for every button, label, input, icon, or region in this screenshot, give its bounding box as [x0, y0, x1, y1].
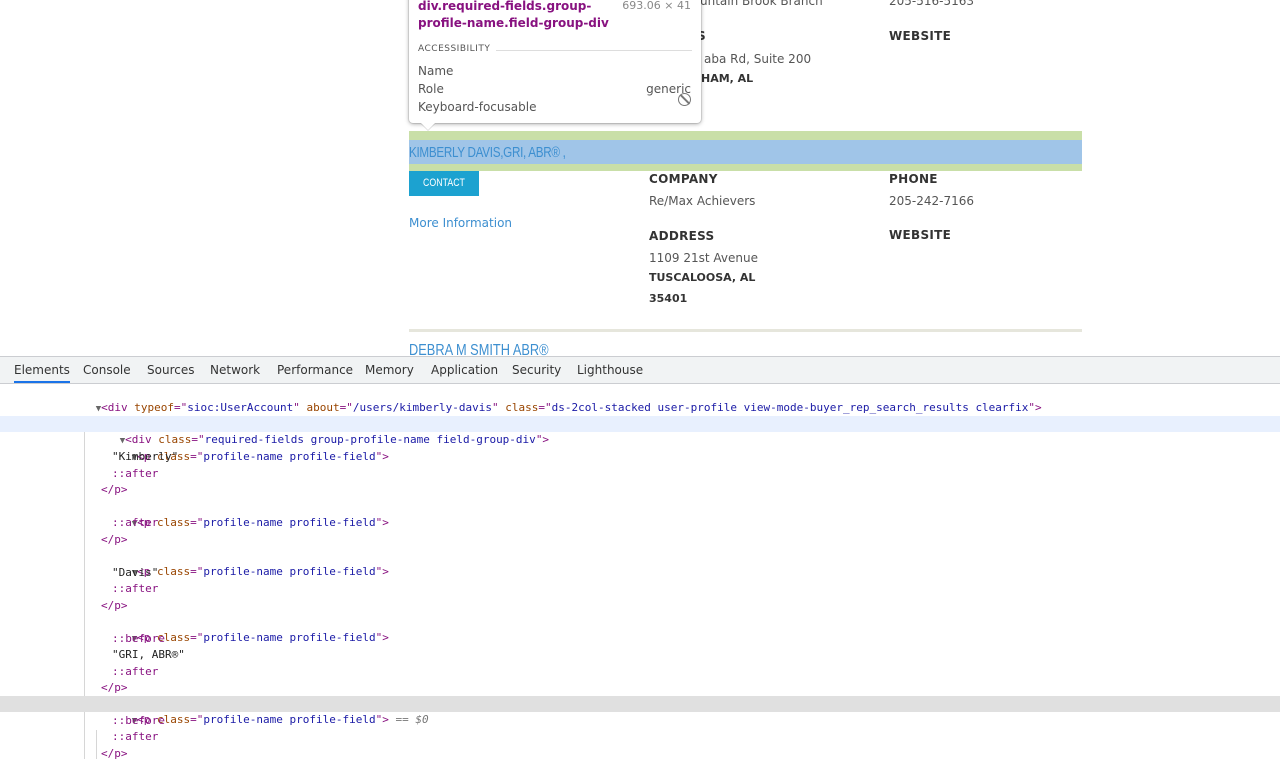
dom-pseudo-after[interactable]: ::after [0, 515, 1280, 531]
dom-close-p[interactable]: </p> [0, 482, 1280, 498]
prev-company-value: untain Brook Branch [700, 0, 823, 8]
dom-pseudo-before[interactable]: ::before [0, 631, 1280, 647]
dom-node-p[interactable]: ▼<p class="profile-name profile-field"> [0, 614, 1280, 644]
dom-node-p[interactable]: ▼<p class="profile-name profile-field"> [0, 548, 1280, 578]
tooltip-size: 693.06 × 41 [622, 0, 691, 12]
prev-address-line: aba Rd, Suite 200 [704, 52, 812, 66]
website-label: WEBSITE [889, 228, 952, 242]
dom-text-node[interactable]: "GRI, ABR®" [0, 647, 1280, 663]
tab-sources[interactable]: Sources [147, 357, 194, 383]
tab-memory[interactable]: Memory [365, 357, 414, 383]
company-label: COMPANY [649, 172, 718, 186]
not-focusable-icon [678, 93, 691, 106]
tooltip-section-accessibility: ACCESSIBILITY [418, 44, 491, 54]
dom-node-user-account[interactable]: ▼<div typeof="sioc:UserAccount" about="/… [0, 384, 1280, 414]
tab-application[interactable]: Application [431, 357, 498, 383]
tooltip-focusable-label: Keyboard-focusable [418, 100, 537, 114]
prev-website-label: WEBSITE [889, 29, 952, 43]
more-information-link[interactable]: More Information [409, 216, 512, 230]
company-value: Re/Max Achievers [649, 194, 756, 208]
tab-lighthouse[interactable]: Lighthouse [577, 357, 643, 383]
dom-close-p[interactable]: </p> [0, 680, 1280, 696]
address-city-state: TUSCALOOSA, AL [649, 271, 756, 284]
address-label: ADDRESS [649, 229, 715, 243]
tab-console[interactable]: Console [83, 357, 131, 383]
address-zip: 35401 [649, 292, 688, 305]
address-line1: 1109 21st Avenue [649, 251, 758, 265]
tooltip-selector: div.required-fields.group-profile-name.f… [418, 0, 609, 30]
dom-pseudo-before[interactable]: ::before [0, 713, 1280, 729]
contact-me-label: CONTACT ME [423, 177, 465, 214]
record-divider [409, 329, 1082, 332]
inspect-tooltip: div.required-fields.group-profile-name.f… [409, 0, 701, 130]
phone-value: 205-242-7166 [889, 194, 975, 208]
tooltip-name-label: Name [418, 64, 454, 78]
page-viewport: untain Brook Branch 205-516-5163 S WEBSI… [0, 0, 1280, 356]
contact-me-button[interactable]: CONTACT ME [409, 171, 479, 214]
tab-performance[interactable]: Performance [277, 357, 353, 383]
devtools-panel: Elements Console Sources Network Perform… [0, 356, 1280, 762]
next-agent-name[interactable]: DEBRA M SMITH ABR® [409, 342, 549, 356]
agent-name-heading: KIMBERLY DAVIS,GRI, ABR® , [409, 144, 566, 161]
tooltip-section-rule [496, 50, 692, 51]
tab-network[interactable]: Network [210, 357, 260, 383]
dom-node-p-selected[interactable]: ▼<p class="profile-name profile-field"> … [0, 696, 1280, 726]
devtools-tab-bar: Elements Console Sources Network Perform… [0, 357, 1280, 384]
dom-pseudo-after[interactable]: ::after [0, 664, 1280, 680]
prev-city: HAM, AL [701, 72, 754, 85]
dom-pseudo-after[interactable]: ::after [0, 581, 1280, 597]
dom-tree: ▼<div typeof="sioc:UserAccount" about="/… [0, 384, 1280, 762]
dom-close-p[interactable]: </p> [0, 598, 1280, 614]
dom-node-required-fields[interactable]: ▼<div class="required-fields group-profi… [0, 416, 1280, 446]
tooltip-role-label: Role [418, 82, 444, 96]
dom-close-p[interactable]: </p> [0, 532, 1280, 548]
dom-node-group-header[interactable]: ▼<div class="group-header"> [0, 400, 1280, 430]
tab-security[interactable]: Security [512, 357, 561, 383]
tooltip-arrow [421, 123, 435, 130]
tab-elements[interactable]: Elements [14, 357, 70, 383]
dom-text-node[interactable]: "Kimberly" [0, 449, 1280, 465]
dom-text-node[interactable]: "Davis" [0, 565, 1280, 581]
dom-pseudo-after[interactable]: ::after [0, 729, 1280, 745]
prev-phone-value: 205-516-5163 [889, 0, 975, 8]
dom-node-p[interactable]: ▼<p class="profile-name profile-field"> [0, 433, 1280, 463]
dom-node-p[interactable]: ▼<p class="profile-name profile-field"> [0, 499, 1280, 529]
dom-pseudo-after[interactable]: ::after [0, 466, 1280, 482]
dom-close-p[interactable]: </p> [0, 746, 1280, 762]
phone-label: PHONE [889, 172, 938, 186]
